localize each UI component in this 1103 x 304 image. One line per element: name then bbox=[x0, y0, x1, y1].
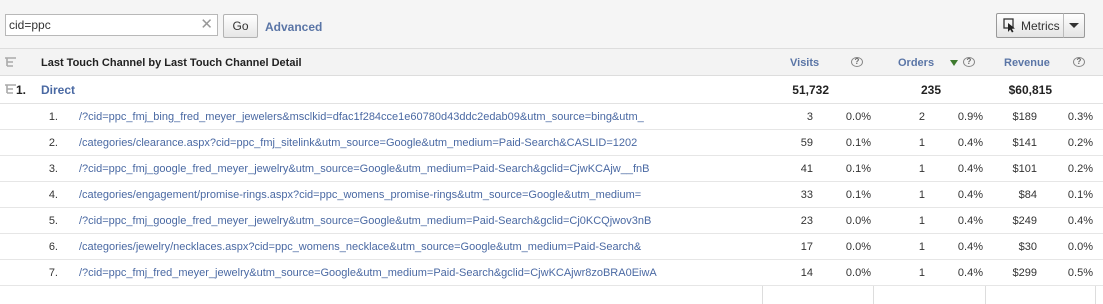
row-index: 2. bbox=[48, 137, 58, 149]
clear-icon[interactable]: ✕ bbox=[200, 16, 213, 34]
visits-percent: 0.1% bbox=[845, 189, 871, 201]
orders-value: 1 bbox=[918, 241, 925, 253]
report-toolbar: ✕ Go Advanced Metrics bbox=[0, 0, 1103, 48]
visits-percent: 0.0% bbox=[845, 267, 871, 279]
orders-value: 1 bbox=[918, 215, 925, 227]
revenue-value: $84 bbox=[1018, 189, 1037, 201]
group-visits: 51,732 bbox=[792, 83, 829, 97]
group-orders: 235 bbox=[920, 83, 941, 97]
channel-detail-link[interactable]: /categories/clearance.aspx?cid=ppc_fmj_s… bbox=[79, 137, 637, 149]
orders-value: 1 bbox=[918, 137, 925, 149]
cursor-select-icon bbox=[1003, 18, 1015, 33]
help-icon[interactable]: ? bbox=[1073, 57, 1085, 67]
row-index: 5. bbox=[48, 215, 58, 227]
revenue-value: $101 bbox=[1012, 163, 1037, 175]
group-label[interactable]: Direct bbox=[41, 83, 75, 97]
orders-column-header[interactable]: Orders bbox=[898, 57, 934, 69]
go-button[interactable]: Go bbox=[223, 14, 258, 38]
orders-percent: 0.9% bbox=[957, 111, 983, 123]
group-index: 1. bbox=[16, 83, 27, 97]
channel-detail-link[interactable]: /?cid=ppc_fmj_google_fred_meyer_jewelry&… bbox=[79, 163, 649, 175]
row-index: 1. bbox=[48, 111, 58, 123]
orders-percent: 0.4% bbox=[957, 163, 983, 175]
metrics-button[interactable]: Metrics bbox=[996, 13, 1064, 38]
caret-down-icon bbox=[1069, 23, 1079, 28]
help-icon[interactable]: ? bbox=[963, 57, 975, 67]
metrics-dropdown-button[interactable] bbox=[1063, 13, 1085, 38]
visits-value: 59 bbox=[800, 137, 813, 149]
revenue-percent: 0.0% bbox=[1067, 241, 1093, 253]
visits-percent: 0.0% bbox=[845, 111, 871, 123]
visits-value: 41 bbox=[800, 163, 813, 175]
search-input[interactable] bbox=[9, 17, 189, 33]
help-icon[interactable]: ? bbox=[851, 57, 863, 67]
revenue-value: $189 bbox=[1012, 111, 1037, 123]
table-row: 7. /?cid=ppc_fmj_fred_meyer_jewelry&utm_s… bbox=[0, 260, 1103, 286]
table-header-row: Last Touch Channel by Last Touch Channel… bbox=[0, 48, 1103, 76]
row-index: 3. bbox=[48, 163, 58, 175]
table-row: 5. /?cid=ppc_fmj_google_fred_meyer_jewelr… bbox=[0, 208, 1103, 234]
visits-percent: 0.1% bbox=[845, 163, 871, 175]
revenue-percent: 0.2% bbox=[1067, 137, 1093, 149]
group-revenue: $60,815 bbox=[1008, 83, 1052, 97]
breakdown-icon[interactable] bbox=[5, 57, 17, 68]
orders-percent: 0.4% bbox=[957, 241, 983, 253]
sort-descending-icon[interactable] bbox=[950, 60, 958, 66]
orders-value: 1 bbox=[918, 163, 925, 175]
advanced-search-link[interactable]: Advanced bbox=[265, 20, 322, 34]
visits-value: 17 bbox=[800, 241, 813, 253]
revenue-column-header[interactable]: Revenue bbox=[1004, 57, 1050, 69]
visits-value: 33 bbox=[800, 189, 813, 201]
dimension-header[interactable]: Last Touch Channel by Last Touch Channel… bbox=[41, 57, 302, 69]
orders-value: 1 bbox=[918, 189, 925, 201]
table-row: 3. /?cid=ppc_fmj_google_fred_meyer_jewelr… bbox=[0, 156, 1103, 182]
revenue-value: $249 bbox=[1012, 215, 1037, 227]
revenue-value: $299 bbox=[1012, 267, 1037, 279]
search-box: ✕ bbox=[5, 14, 218, 36]
table-row: 6. /categories/jewelry/necklaces.aspx?cid… bbox=[0, 234, 1103, 260]
orders-percent: 0.4% bbox=[957, 267, 983, 279]
visits-column-header[interactable]: Visits bbox=[790, 57, 819, 69]
orders-percent: 0.4% bbox=[957, 215, 983, 227]
revenue-percent: 0.1% bbox=[1067, 189, 1093, 201]
revenue-percent: 0.4% bbox=[1067, 215, 1093, 227]
row-index: 4. bbox=[48, 189, 58, 201]
revenue-percent: 0.3% bbox=[1067, 111, 1093, 123]
orders-percent: 0.4% bbox=[957, 189, 983, 201]
orders-value: 2 bbox=[918, 111, 925, 123]
channel-detail-link[interactable]: /categories/jewelry/necklaces.aspx?cid=p… bbox=[79, 241, 641, 253]
visits-percent: 0.0% bbox=[845, 241, 871, 253]
visits-value: 23 bbox=[800, 215, 813, 227]
channel-detail-link[interactable]: /?cid=ppc_fmj_fred_meyer_jewelry&utm_sou… bbox=[79, 267, 657, 279]
row-index: 7. bbox=[48, 267, 58, 279]
visits-percent: 0.1% bbox=[845, 137, 871, 149]
revenue-percent: 0.2% bbox=[1067, 163, 1093, 175]
channel-detail-link[interactable]: /?cid=ppc_fmj_bing_fred_meyer_jewelers&m… bbox=[79, 111, 644, 123]
row-index: 6. bbox=[48, 241, 58, 253]
channel-detail-link[interactable]: /categories/engagement/promise-rings.asp… bbox=[79, 189, 641, 201]
revenue-percent: 0.5% bbox=[1067, 267, 1093, 279]
table-row: 4. /categories/engagement/promise-rings.a… bbox=[0, 182, 1103, 208]
metrics-label: Metrics bbox=[1021, 19, 1060, 33]
table-row: 2. /categories/clearance.aspx?cid=ppc_fmj… bbox=[0, 130, 1103, 156]
visits-value: 14 bbox=[800, 267, 813, 279]
orders-percent: 0.4% bbox=[957, 137, 983, 149]
revenue-value: $141 bbox=[1012, 137, 1037, 149]
orders-value: 1 bbox=[918, 267, 925, 279]
channel-detail-link[interactable]: /?cid=ppc_fmj_google_fred_meyer_jewelry&… bbox=[79, 215, 651, 227]
revenue-value: $30 bbox=[1018, 241, 1037, 253]
table-row: 1. /?cid=ppc_fmj_bing_fred_meyer_jewelers… bbox=[0, 104, 1103, 130]
visits-value: 3 bbox=[806, 111, 813, 123]
group-row-direct: 1. Direct 51,732 235 $60,815 bbox=[0, 76, 1103, 104]
visits-percent: 0.0% bbox=[845, 215, 871, 227]
